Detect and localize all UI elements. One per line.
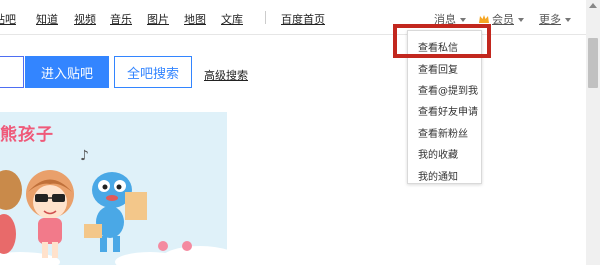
crown-icon [479,15,489,23]
nav-link-images[interactable]: 图片 [147,11,169,27]
more-label: 更多 [539,13,561,26]
messages-menu[interactable]: 消息 [434,11,466,27]
nav-link-video[interactable]: 视频 [74,11,96,27]
menu-item-my-favorites[interactable]: 我的收藏 [418,146,458,161]
chevron-down-icon [518,18,524,22]
search-input[interactable] [0,56,24,88]
menu-item-view-new-followers[interactable]: 查看新粉丝 [418,125,468,140]
chevron-down-icon [460,18,466,22]
banner-image[interactable]: 熊孩子 ♪ [0,112,227,265]
nav-link-wenku[interactable]: 文库 [221,11,243,27]
chevron-down-icon [565,18,571,22]
messages-label: 消息 [434,13,456,26]
enter-tieba-button[interactable]: 进入贴吧 [25,56,109,88]
menu-item-view-replies[interactable]: 查看回复 [418,61,458,76]
banner-illustration: ♪ [0,148,227,265]
nav-link-baidu-home[interactable]: 百度首页 [281,11,325,27]
svg-text:♪: ♪ [80,148,89,164]
messages-dropdown: 查看私信 查看回复 查看@提到我 查看好友申请 查看新粉丝 我的收藏 我的通知 [407,30,482,184]
menu-item-my-notifications[interactable]: 我的通知 [418,168,458,183]
nav-link-music[interactable]: 音乐 [110,11,132,27]
more-menu[interactable]: 更多 [539,11,571,27]
nav-link-map[interactable]: 地图 [184,11,206,27]
scrollbar-thumb[interactable] [588,38,598,88]
advanced-search-link[interactable]: 高级搜索 [204,67,248,83]
nav-link-zhidao[interactable]: 知道 [36,11,58,27]
menu-item-view-friend-requests[interactable]: 查看好友申请 [418,103,478,118]
top-navigation: 贴吧 知道 视频 音乐 图片 地图 文库 百度首页 消息 会员 更多 [0,0,586,35]
nav-link-tieba[interactable]: 贴吧 [0,11,16,27]
vip-menu[interactable]: 会员 [479,11,524,27]
menu-item-view-private-messages[interactable]: 查看私信 [418,39,458,54]
nav-divider [265,11,266,24]
scroll-up-arrow-icon[interactable] [589,3,597,8]
vip-label: 会员 [492,13,514,26]
menu-item-view-mentions[interactable]: 查看@提到我 [418,82,478,97]
all-search-button[interactable]: 全吧搜索 [114,56,192,88]
